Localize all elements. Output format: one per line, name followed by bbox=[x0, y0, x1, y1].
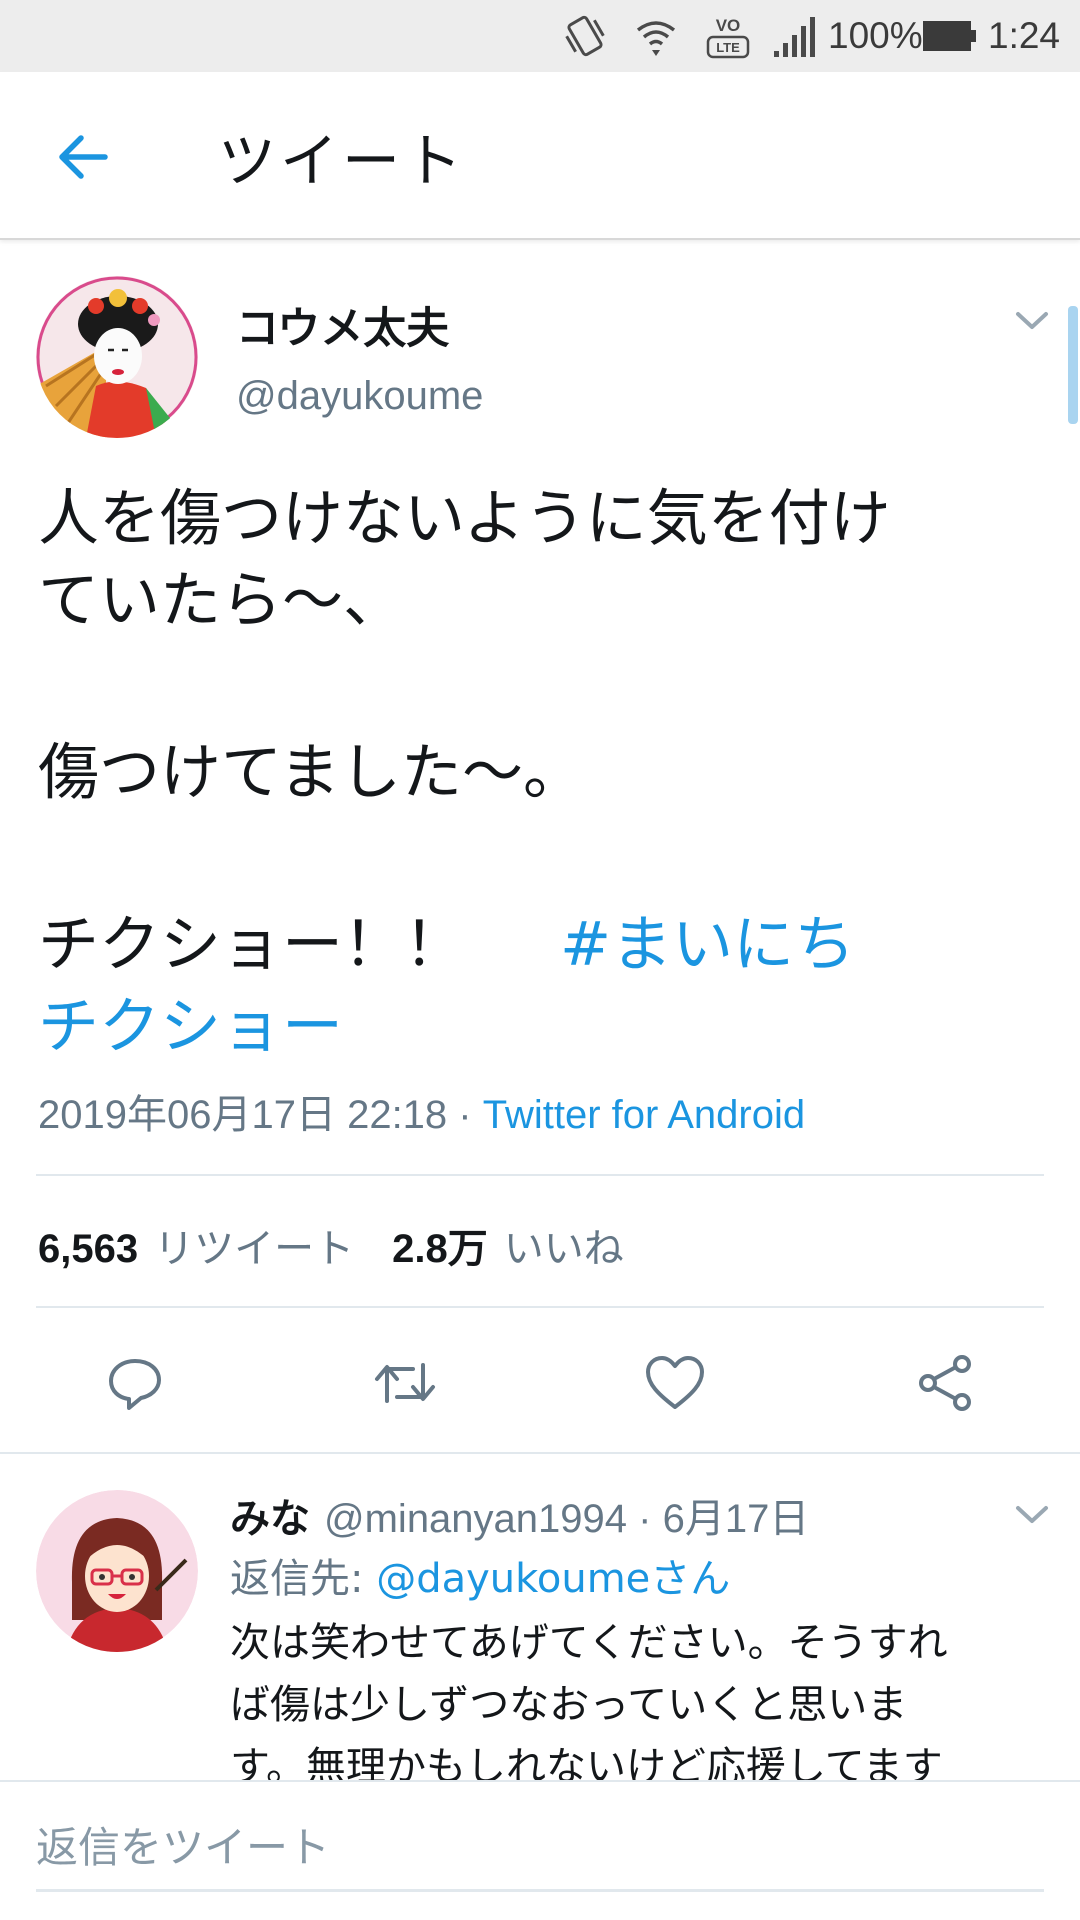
arrow-left-icon bbox=[59, 135, 108, 179]
share-icon bbox=[919, 1355, 971, 1411]
divider bbox=[0, 1452, 1080, 1454]
reply-author-name[interactable]: みな bbox=[230, 1486, 310, 1544]
retweet-button[interactable] bbox=[370, 1348, 440, 1418]
reply-menu-button[interactable] bbox=[1012, 1500, 1052, 1530]
clock: 1:24 bbox=[988, 15, 1061, 56]
wifi-icon bbox=[632, 0, 680, 72]
author-avatar[interactable] bbox=[36, 276, 198, 438]
tweet-menu-button[interactable] bbox=[1012, 306, 1052, 336]
page-title: ツイート bbox=[218, 127, 467, 195]
retweet-label[interactable]: リツイート bbox=[154, 1216, 354, 1274]
chevron-down-icon bbox=[1016, 1506, 1048, 1523]
reply-icon bbox=[109, 1359, 161, 1410]
hashtag-link[interactable]: チクショー bbox=[38, 986, 1038, 1068]
back-button[interactable] bbox=[48, 122, 118, 192]
divider bbox=[36, 1306, 1044, 1308]
volte-label: VO bbox=[716, 16, 741, 35]
retweet-count[interactable]: 6,563 bbox=[38, 1227, 138, 1272]
tweet-stats: 6,563 リツイート 2.8万 いいね bbox=[38, 1216, 624, 1274]
status-bar: VO LTE 100% 1:24 bbox=[0, 0, 1080, 72]
reply-avatar[interactable] bbox=[36, 1490, 198, 1652]
reply-to-line: 返信先: @dayukoumeさん bbox=[230, 1546, 730, 1604]
vibrate-icon bbox=[560, 0, 610, 72]
reply-text-line: 次は笑わせてあげてください。そうすれ bbox=[230, 1620, 948, 1666]
reply-to-prefix: 返信先: bbox=[230, 1556, 377, 1602]
author-handle[interactable]: @dayukoume bbox=[236, 374, 483, 419]
like-label[interactable]: いいね bbox=[504, 1216, 624, 1274]
tweet-client-link[interactable]: Twitter for Android bbox=[483, 1093, 805, 1137]
reply-to-mention[interactable]: @dayukoumeさん bbox=[376, 1556, 730, 1602]
author-name[interactable]: コウメ太夫 bbox=[236, 294, 449, 356]
like-icon bbox=[646, 1356, 704, 1409]
like-count[interactable]: 2.8万 bbox=[392, 1216, 488, 1274]
scrollbar[interactable] bbox=[1068, 306, 1078, 424]
volte-icon: VO LTE bbox=[704, 0, 752, 72]
reply-author-handle[interactable]: @minanyan1994 · 6月17日 bbox=[324, 1486, 809, 1544]
tweet-text-line: 人を傷つけないように気を付け bbox=[38, 483, 891, 554]
tweet-text: 人を傷つけないように気を付け ていたら～、 傷つけてました～。 チクショー！！ … bbox=[38, 478, 1038, 1068]
share-button[interactable] bbox=[910, 1348, 980, 1418]
reply-button[interactable] bbox=[100, 1348, 170, 1418]
reply-text-line: ば傷は少しずつなおっていくと思いま bbox=[230, 1682, 908, 1728]
signal-icon bbox=[772, 0, 818, 72]
tweet-text-line bbox=[38, 814, 1038, 896]
app-bar: ツイート bbox=[0, 72, 1080, 240]
lte-label: LTE bbox=[716, 40, 740, 55]
tweet-text-line: チクショー！！ #まいにち bbox=[38, 904, 1038, 986]
tweet-text-line bbox=[38, 642, 1038, 724]
tweet-timestamp: 2019年06月17日 22:18 · bbox=[38, 1093, 483, 1137]
divider bbox=[36, 1174, 1044, 1176]
tweet-text-line: 傷つけてました～。 bbox=[38, 737, 584, 808]
like-button[interactable] bbox=[640, 1348, 710, 1418]
hashtag-link[interactable]: #まいにち bbox=[560, 909, 855, 980]
compose-bar bbox=[0, 1780, 1080, 1920]
reply-compose-input[interactable] bbox=[36, 1806, 1044, 1892]
tweet-meta: 2019年06月17日 22:18 · Twitter for Android bbox=[38, 1082, 805, 1140]
tweet-text-segment: チクショー！！ bbox=[38, 909, 527, 980]
tweet-text-line: ていたら～、 bbox=[38, 565, 405, 636]
reply-header: みな @minanyan1994 · 6月17日 bbox=[230, 1486, 809, 1544]
retweet-icon bbox=[375, 1363, 435, 1403]
battery-percent: 100% bbox=[828, 15, 923, 56]
battery-icon bbox=[922, 0, 978, 72]
reply-text: 次は笑わせてあげてください。そうすれ ば傷は少しずつなおっていくと思いま す。無… bbox=[230, 1612, 1050, 1798]
chevron-down-icon bbox=[1016, 312, 1048, 329]
